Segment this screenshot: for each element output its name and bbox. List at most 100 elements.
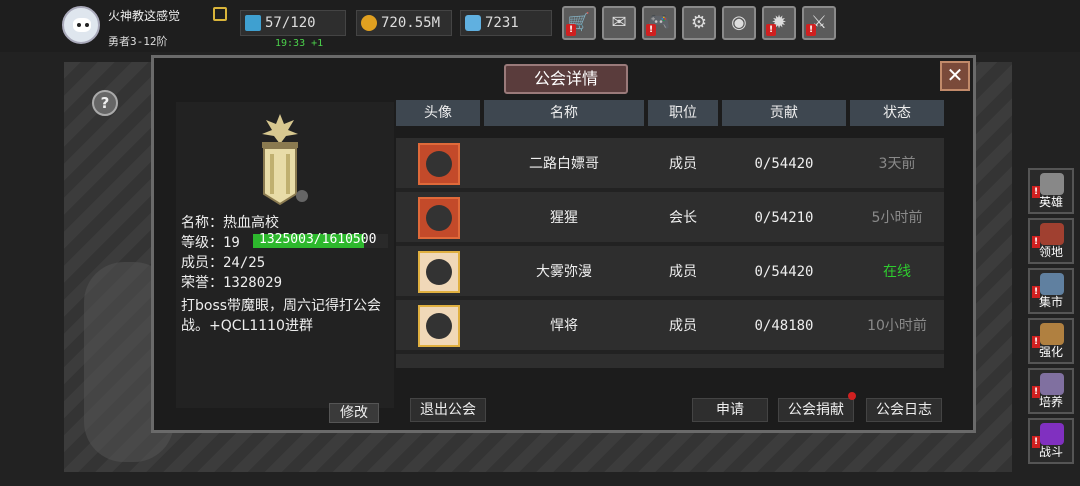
guild-notice: 打boss带魔眼，周六记得打公会战。+QCL1110进群 bbox=[181, 298, 382, 334]
gold-coin-icon bbox=[361, 15, 377, 31]
guild-name-line: 名称：热血高校 bbox=[181, 212, 279, 232]
castle-icon bbox=[1040, 223, 1064, 245]
gold-value: 720.55M bbox=[381, 15, 441, 31]
member-status: 3天前 bbox=[878, 156, 916, 172]
guild-log-button[interactable]: 公会日志 bbox=[866, 398, 942, 422]
guild-exp-text: 1325003/1610500 bbox=[259, 232, 377, 247]
apply-button[interactable]: 申请 bbox=[692, 398, 768, 422]
cup-icon bbox=[1040, 373, 1064, 395]
guild-members-line: 成员：24/25 bbox=[181, 252, 265, 272]
member-row-partial[interactable] bbox=[396, 354, 944, 368]
side-market-button[interactable]: 集市! bbox=[1028, 268, 1074, 314]
side-hero-button[interactable]: 英雄! bbox=[1028, 168, 1074, 214]
donate-alert-icon bbox=[848, 392, 856, 400]
member-contribution: 0/54420 bbox=[754, 156, 814, 172]
guild-level-label: 等级： bbox=[181, 235, 223, 251]
side-enhance-button[interactable]: 强化! bbox=[1028, 318, 1074, 364]
dialog-title: 公会详情 bbox=[504, 64, 628, 94]
stamina-display: 57/120 bbox=[240, 10, 346, 36]
guild-honor-label: 荣誉： bbox=[181, 275, 223, 291]
header-status: 状态 bbox=[850, 100, 944, 126]
alert-icon: ! bbox=[566, 24, 576, 36]
event-button[interactable]: ✹! bbox=[762, 6, 796, 40]
guild-exp-bar: 1325003/1610500 bbox=[253, 232, 388, 248]
member-row[interactable]: 二路白嫖哥 成员 0/54420 3天前 bbox=[396, 138, 944, 190]
header-role: 职位 bbox=[648, 100, 718, 126]
member-row[interactable]: 大雾弥漫 成员 0/54420 在线 bbox=[396, 246, 944, 298]
guild-honor: 1328029 bbox=[223, 275, 283, 291]
donate-button[interactable]: 公会捐献 bbox=[778, 398, 854, 422]
help-icon[interactable]: ? bbox=[92, 90, 118, 116]
alert-icon: ! bbox=[1032, 336, 1040, 348]
member-role: 成员 bbox=[669, 264, 697, 280]
alert-icon: ! bbox=[766, 24, 776, 36]
alert-icon: ! bbox=[1032, 386, 1040, 398]
mail-icon: ✉ bbox=[611, 12, 627, 33]
header-avatar: 头像 bbox=[396, 100, 480, 126]
member-role: 会长 bbox=[669, 210, 697, 226]
gem-display: 7231 bbox=[460, 10, 552, 36]
member-contribution: 0/54420 bbox=[754, 264, 814, 280]
member-status: 5小时前 bbox=[871, 210, 923, 226]
stamina-timer: 19:33 +1 bbox=[275, 38, 324, 49]
header-contribution: 贡献 bbox=[722, 100, 846, 126]
guild-level: 19 bbox=[223, 235, 240, 251]
guild-detail-dialog: 公会详情 ✕ 名称：热血高校 等级：19 1325003/1610500 成员：… bbox=[151, 55, 976, 433]
settings-button[interactable]: ⚙ bbox=[682, 6, 716, 40]
guild-honor-line: 荣誉：1328029 bbox=[181, 272, 282, 292]
gamepad-button[interactable]: 🎮! bbox=[642, 6, 676, 40]
member-contribution: 0/48180 bbox=[754, 318, 814, 334]
member-name: 悍将 bbox=[550, 318, 578, 334]
guild-name-label: 名称： bbox=[181, 215, 223, 231]
member-list[interactable]: 二路白嫖哥 成员 0/54420 3天前 猩猩 会长 0/54210 5小时前 大雾弥漫 成员 0/… bbox=[396, 138, 944, 368]
member-name: 二路白嫖哥 bbox=[529, 156, 599, 172]
member-role: 成员 bbox=[669, 156, 697, 172]
member-avatar[interactable] bbox=[418, 197, 460, 239]
gold-display: 720.55M bbox=[356, 10, 452, 36]
player-name: 火神教这感觉 bbox=[108, 9, 181, 23]
player-avatar[interactable] bbox=[62, 6, 100, 44]
member-avatar[interactable] bbox=[418, 143, 460, 185]
member-avatar[interactable] bbox=[418, 251, 460, 293]
lightning-icon bbox=[245, 15, 261, 31]
side-train-button[interactable]: 培养! bbox=[1028, 368, 1074, 414]
alert-icon: ! bbox=[646, 24, 656, 36]
side-territory-button[interactable]: 领地! bbox=[1028, 218, 1074, 264]
side-fight-button[interactable]: 战斗! bbox=[1028, 418, 1074, 464]
leave-guild-button[interactable]: 退出公会 bbox=[410, 398, 486, 422]
edit-name-icon[interactable] bbox=[213, 7, 227, 21]
guild-level-line: 等级：19 bbox=[181, 232, 240, 252]
helmet-icon bbox=[1040, 173, 1064, 195]
alert-icon: ! bbox=[1032, 286, 1040, 298]
mail-button[interactable]: ✉ bbox=[602, 6, 636, 40]
alert-icon: ! bbox=[806, 24, 816, 36]
member-status: 10小时前 bbox=[867, 318, 927, 334]
stamina-value: 57/120 bbox=[265, 15, 316, 31]
member-name: 猩猩 bbox=[550, 210, 578, 226]
alert-icon: ! bbox=[1032, 436, 1040, 448]
battle-button[interactable]: ⚔! bbox=[802, 6, 836, 40]
color-wheel-button[interactable]: ◉ bbox=[722, 6, 756, 40]
member-row[interactable]: 猩猩 会长 0/54210 5小时前 bbox=[396, 192, 944, 244]
top-bar: 火神教这感觉 勇者3-12阶 57/120 19:33 +1 720.55M 7… bbox=[0, 0, 1080, 52]
member-row[interactable]: 悍将 成员 0/48180 10小时前 bbox=[396, 300, 944, 352]
header-name: 名称 bbox=[484, 100, 644, 126]
edit-notice-button[interactable]: 修改 bbox=[329, 403, 379, 423]
guild-members: 24/25 bbox=[223, 255, 266, 271]
gem-icon bbox=[465, 15, 481, 31]
member-status: 在线 bbox=[883, 264, 911, 280]
member-name: 大雾弥漫 bbox=[536, 264, 592, 280]
member-contribution: 0/54210 bbox=[754, 210, 814, 226]
alert-icon: ! bbox=[1032, 236, 1040, 248]
shop-button[interactable]: 🛒! bbox=[562, 6, 596, 40]
gem-value: 7231 bbox=[485, 15, 519, 31]
portal-icon bbox=[1040, 423, 1064, 445]
banner-edit-icon[interactable] bbox=[296, 190, 308, 202]
member-avatar[interactable] bbox=[418, 305, 460, 347]
alert-icon: ! bbox=[1032, 186, 1040, 198]
close-button[interactable]: ✕ bbox=[940, 61, 970, 91]
member-role: 成员 bbox=[669, 318, 697, 334]
gear-icon: ⚙ bbox=[690, 12, 708, 33]
guild-name: 热血高校 bbox=[223, 215, 279, 231]
color-wheel-icon: ◉ bbox=[731, 12, 747, 33]
